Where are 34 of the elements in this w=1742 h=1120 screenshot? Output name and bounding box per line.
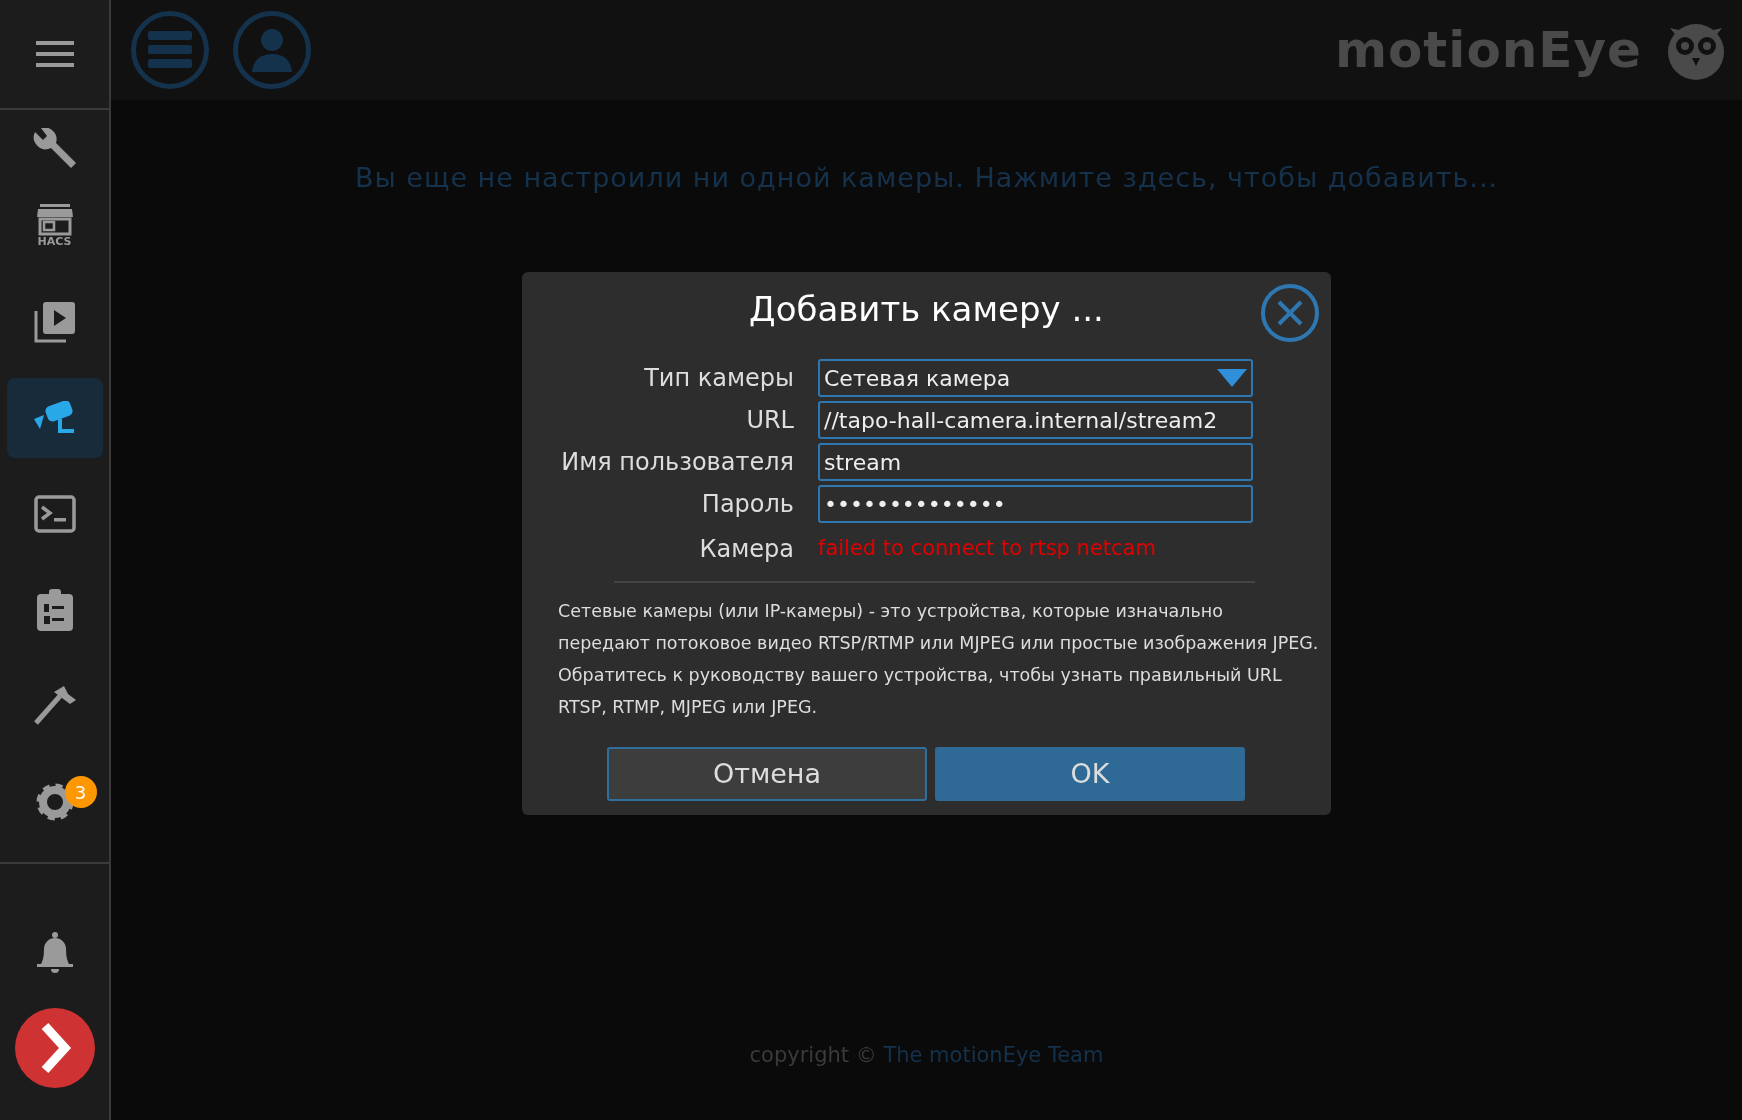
play-icon [33, 301, 76, 343]
menu-icon [35, 41, 74, 67]
store-label: HACS [37, 236, 72, 248]
camera-type-select[interactable]: Сетевая камера [818, 359, 1253, 397]
sidebar-item[interactable]: HACS [6, 186, 103, 266]
cancel-button[interactable]: Отмена [607, 747, 927, 801]
app-logo: motionEye [1334, 19, 1642, 81]
field-label: Имя пользователя [560, 447, 795, 478]
field-label: URL [745, 405, 795, 436]
security-camera-icon [33, 401, 76, 435]
password-field[interactable]: •••••••••••••• [818, 485, 1253, 523]
chevron-icon [14, 1008, 95, 1088]
terminal-icon [33, 495, 76, 533]
sidebar-item[interactable] [14, 1008, 95, 1088]
close-icon [1276, 299, 1304, 327]
ok-button[interactable]: OK [935, 747, 1245, 801]
notification-badge: 3 [64, 776, 97, 808]
dialog-title: Добавить камеру ... [748, 288, 1105, 331]
user-icon [250, 28, 294, 72]
input-field[interactable]: //tapo-hall-camera.internal/stream2 [818, 401, 1253, 439]
input-field[interactable]: stream [818, 443, 1253, 481]
bell-icon [35, 931, 74, 973]
sidebar-item[interactable] [6, 378, 103, 458]
field-label: Пароль [700, 489, 795, 520]
caret-icon [1217, 369, 1247, 387]
clipboard-icon [35, 589, 74, 631]
description-text: Сетевые камеры (или IP-камеры) - это устройства, которые изначально передают потоковое видео RTSP/RTMP или MJPEG или простые изображения JPEG. Обратитесь к руководству вашего устройства, чтобы узнать правильный URL RTSP, RTMP, MJPEG или JPEG. [558, 600, 1319, 719]
field-label: Тип камеры [643, 363, 795, 394]
error-message: failed to connect to rtsp netcam [818, 535, 1156, 563]
menu-icon [148, 31, 192, 69]
field-label: Камера [698, 534, 795, 565]
store-icon [36, 204, 73, 236]
close-button[interactable] [1261, 284, 1319, 342]
hammer-icon [33, 686, 76, 726]
